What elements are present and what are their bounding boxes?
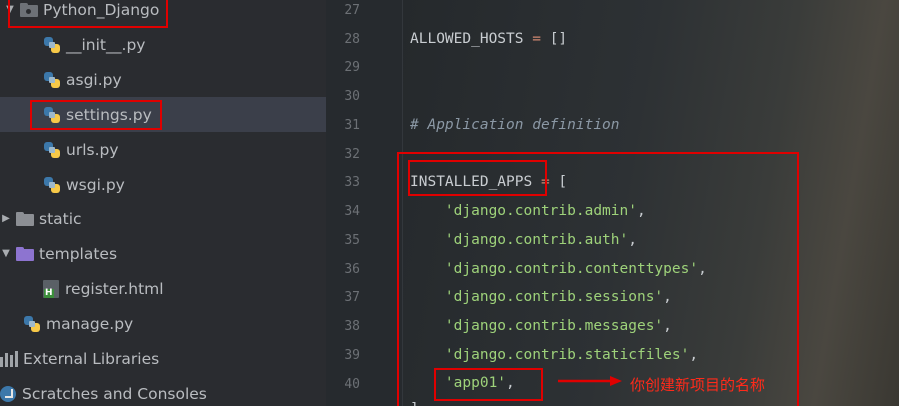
html-file-icon: H xyxy=(43,279,59,298)
annotation-note: 你创建新项目的名称 xyxy=(630,376,766,394)
line-number: 40 xyxy=(344,377,360,392)
identifier: ALLOWED_HOSTS xyxy=(410,31,524,47)
line-number: 28 xyxy=(344,32,360,47)
line-number: 34 xyxy=(344,204,360,219)
annotation-box-settings xyxy=(30,100,162,130)
project-tree: ▼ Python_Django __init__.py asgi.py sett… xyxy=(0,0,327,406)
line-number: 37 xyxy=(344,290,360,305)
tree-file-label: urls.py xyxy=(66,140,119,159)
tree-folder-static[interactable]: ▶ static xyxy=(0,201,326,236)
tree-file-label: manage.py xyxy=(46,314,134,333)
line-number: 39 xyxy=(344,348,360,363)
annotation-box-project xyxy=(8,0,168,28)
comment: # Application definition xyxy=(410,117,620,133)
tree-scratches-consoles[interactable]: Scratches and Consoles xyxy=(0,376,326,406)
tree-file-label: asgi.py xyxy=(66,70,122,89)
folder-icon xyxy=(16,211,34,226)
line-number: 36 xyxy=(344,262,360,277)
tree-item-label: Scratches and Consoles xyxy=(22,384,207,403)
tree-file-label: __init__.py xyxy=(66,35,146,54)
templates-folder-icon xyxy=(16,246,34,261)
line-number: 32 xyxy=(344,147,360,162)
line-number-gutter: 27 28 29 30 31 32 33 34 35 36 37 38 39 4… xyxy=(326,0,402,406)
chevron-down-icon[interactable]: ▼ xyxy=(0,236,12,271)
ide-window: ▼ Python_Django __init__.py asgi.py sett… xyxy=(0,0,899,406)
tree-folder-templates[interactable]: ▼ templates xyxy=(0,236,326,271)
value: [] xyxy=(549,31,568,47)
tree-file-urls[interactable]: urls.py xyxy=(0,132,326,167)
tree-file-register-html[interactable]: H register.html xyxy=(0,271,326,306)
tree-folder-label: static xyxy=(39,209,82,228)
python-file-icon xyxy=(43,36,61,54)
operator: = xyxy=(523,31,550,47)
tree-folder-label: templates xyxy=(39,244,118,263)
line-number: 30 xyxy=(344,89,360,104)
tree-external-libraries[interactable]: External Libraries xyxy=(0,341,326,376)
python-file-icon xyxy=(43,71,61,89)
line-number: 29 xyxy=(344,60,360,75)
chevron-right-icon[interactable]: ▶ xyxy=(0,201,12,236)
tree-file-label: register.html xyxy=(65,279,164,298)
tree-file-wsgi[interactable]: wsgi.py xyxy=(0,167,326,202)
libraries-icon xyxy=(0,350,18,367)
annotation-box-app01 xyxy=(434,368,543,401)
line-number: 38 xyxy=(344,319,360,334)
tree-file-asgi[interactable]: asgi.py xyxy=(0,62,326,97)
tree-file-init[interactable]: __init__.py xyxy=(0,27,326,62)
tree-item-label: External Libraries xyxy=(23,349,160,368)
annotation-arrow-icon xyxy=(558,376,622,386)
tree-file-label: wsgi.py xyxy=(66,175,125,194)
scratches-icon xyxy=(0,385,16,402)
python-file-icon xyxy=(43,141,61,159)
python-file-icon xyxy=(23,315,41,333)
tree-file-manage[interactable]: manage.py xyxy=(0,306,326,341)
line-number: 27 xyxy=(344,3,360,18)
line-number: 35 xyxy=(344,233,360,248)
python-file-icon xyxy=(43,176,61,194)
line-number: 31 xyxy=(344,118,360,133)
code-line-comment[interactable]: # Application definition xyxy=(410,116,620,134)
line-number: 33 xyxy=(344,175,360,190)
code-line-allowed-hosts[interactable]: ALLOWED_HOSTS = [] xyxy=(410,30,567,48)
